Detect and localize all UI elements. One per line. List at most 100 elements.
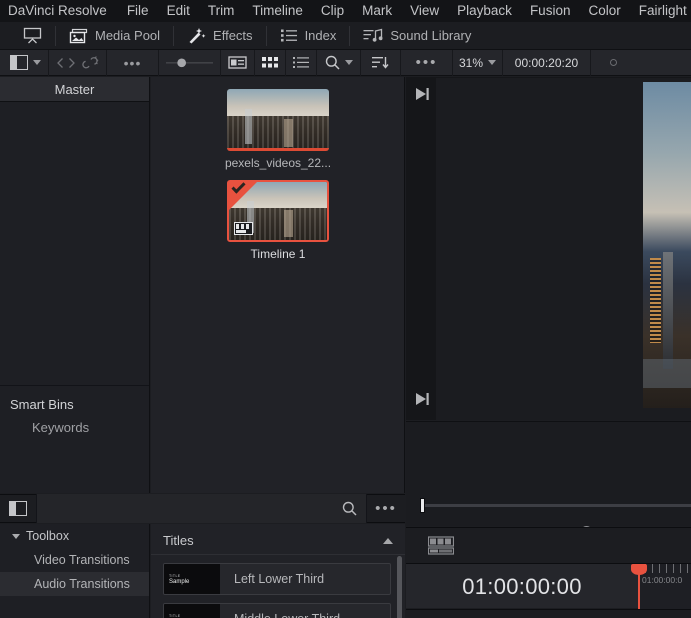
chevron-down-icon [12, 533, 20, 539]
tree-item-toolbox[interactable]: Toolbox [0, 524, 149, 548]
thumbnail-size-slider[interactable] [159, 49, 221, 76]
chevron-up-icon[interactable] [383, 537, 393, 544]
link-broken-icon[interactable] [81, 55, 99, 70]
search-button[interactable] [317, 49, 361, 76]
jump-to-end-button[interactable] [414, 392, 430, 406]
smart-bins-item[interactable]: Smart Bins [0, 393, 149, 416]
sound-library-icon [363, 28, 383, 43]
skip-icon [416, 393, 429, 405]
thumbnail-view-button[interactable] [255, 49, 286, 76]
media-clip-item[interactable]: Timeline 1 [151, 180, 405, 261]
effect-list-item[interactable]: TITLE Sample Left Lower Third [163, 563, 391, 595]
list-view-button[interactable] [286, 49, 317, 76]
index-button[interactable]: Index [267, 22, 350, 50]
monitor-icon [23, 27, 42, 44]
zoom-level-selector[interactable]: 31% [453, 49, 503, 76]
thumbnail-building [283, 209, 293, 237]
effects-section-header[interactable]: Titles [151, 524, 405, 555]
chevron-down-icon[interactable] [33, 60, 41, 65]
media-pool-button[interactable]: Media Pool [56, 22, 173, 50]
project-manager-button[interactable] [10, 22, 55, 50]
viewer-scrubber-handle[interactable] [420, 498, 425, 513]
metadata-view-button[interactable] [221, 49, 255, 76]
duration-timecode-value: 00:00:20:20 [514, 55, 579, 70]
effects-panel-toggle[interactable] [0, 501, 36, 516]
pool-options-button[interactable]: ••• [401, 49, 453, 76]
effects-scrollbar[interactable] [397, 556, 402, 618]
jump-to-start-button[interactable] [414, 87, 430, 101]
tree-item-label: Audio Transitions [34, 577, 130, 591]
effects-options-button[interactable]: ••• [367, 500, 405, 517]
sort-order-button[interactable] [361, 49, 401, 76]
timeline-timecode[interactable]: 01:00:00:00 [406, 564, 638, 609]
tree-item-video-transitions[interactable]: Video Transitions [0, 548, 149, 572]
index-label: Index [304, 28, 337, 43]
effects-button[interactable]: Effects [174, 22, 266, 50]
menu-item-color[interactable]: Color [579, 0, 629, 22]
record-indicator[interactable] [591, 50, 635, 76]
duration-timecode[interactable]: 00:00:20:20 [503, 49, 591, 76]
menu-item-davinci-resolve[interactable]: DaVinci Resolve [8, 0, 118, 22]
effects-section-title: Titles [163, 533, 194, 548]
davinci-resolve-window: DaVinci Resolve File Edit Trim Timeline … [0, 0, 691, 618]
viewer-scrubber-track[interactable] [420, 504, 691, 507]
chevron-down-icon[interactable] [344, 60, 353, 65]
bin-list-panel: Master Smart Bins Keywords [0, 77, 150, 493]
timeline-view-options-icon[interactable] [427, 536, 455, 556]
ruler-timecode-label: 01:00:00:0 [642, 575, 683, 585]
chevron-down-icon[interactable] [488, 60, 497, 65]
tree-item-label: Video Transitions [34, 553, 130, 567]
timeline-badge-icon [234, 222, 253, 235]
ellipsis-icon: ••• [415, 54, 438, 71]
menu-item-timeline[interactable]: Timeline [243, 0, 312, 22]
menu-item-playback[interactable]: Playback [448, 0, 521, 22]
code-brackets-icon[interactable] [56, 57, 76, 69]
effects-tree-panel: Toolbox Video Transitions Audio Transiti… [0, 524, 150, 618]
panel-layout-icon [9, 501, 27, 516]
clip-name: pexels_videos_22... [224, 156, 332, 170]
skip-icon [416, 88, 429, 100]
menu-item-edit[interactable]: Edit [158, 0, 199, 22]
sound-library-label: Sound Library [390, 28, 472, 43]
effect-list-item[interactable]: TITLE Sample Middle Lower Third [163, 603, 391, 618]
sound-library-button[interactable]: Sound Library [350, 22, 484, 50]
metadata-view-icon [228, 56, 247, 69]
playhead-handle[interactable] [631, 564, 647, 575]
ellipsis-icon: ••• [123, 54, 142, 71]
list-view-icon [293, 57, 309, 68]
keywords-item[interactable]: Keywords [0, 416, 149, 439]
sidebar-toggle-button[interactable] [0, 49, 49, 76]
menu-item-file[interactable]: File [118, 0, 158, 22]
viewer-canvas[interactable] [436, 78, 691, 420]
search-input[interactable] [36, 494, 367, 523]
zoom-level-value: 31% [458, 55, 484, 70]
search-icon [342, 501, 357, 516]
media-pool-panel[interactable]: pexels_videos_22... Timeline 1 [151, 77, 405, 493]
effect-name: Left Lower Third [234, 572, 325, 586]
tree-item-audio-transitions[interactable]: Audio Transitions [0, 572, 149, 596]
timeline-toolbar [406, 527, 691, 562]
effects-search-bar: ••• [0, 494, 405, 523]
timeline-timecode-row: 01:00:00:00 01:00:00:0 [406, 563, 691, 618]
thumbnail-cityscape [227, 116, 329, 151]
menu-item-fairlight[interactable]: Fairlight [630, 0, 691, 22]
menu-item-clip[interactable]: Clip [312, 0, 353, 22]
grid-view-icon [262, 56, 278, 67]
media-clip-item[interactable]: pexels_videos_22... [151, 89, 405, 170]
timeline-thumbnail[interactable] [227, 180, 329, 242]
effects-list-panel: Titles TITLE Sample Left Lower Third TIT… [151, 524, 405, 618]
timeline-tracks-area[interactable] [406, 609, 691, 618]
menu-item-mark[interactable]: Mark [353, 0, 401, 22]
main-toolbar: Media Pool Effects Index Sound Library [0, 22, 691, 50]
menu-item-view[interactable]: View [401, 0, 448, 22]
menu-item-trim[interactable]: Trim [199, 0, 244, 22]
clip-thumbnail[interactable] [227, 89, 329, 151]
circle-icon [609, 59, 617, 66]
thumbnail-building [284, 118, 294, 148]
effect-thumb-title: TITLE [169, 614, 181, 618]
thumbnail-building [245, 109, 253, 144]
menu-item-fusion[interactable]: Fusion [521, 0, 580, 22]
timeline-viewer[interactable] [406, 77, 691, 420]
more-options-button[interactable]: ••• [107, 49, 159, 76]
video-building [663, 251, 674, 369]
